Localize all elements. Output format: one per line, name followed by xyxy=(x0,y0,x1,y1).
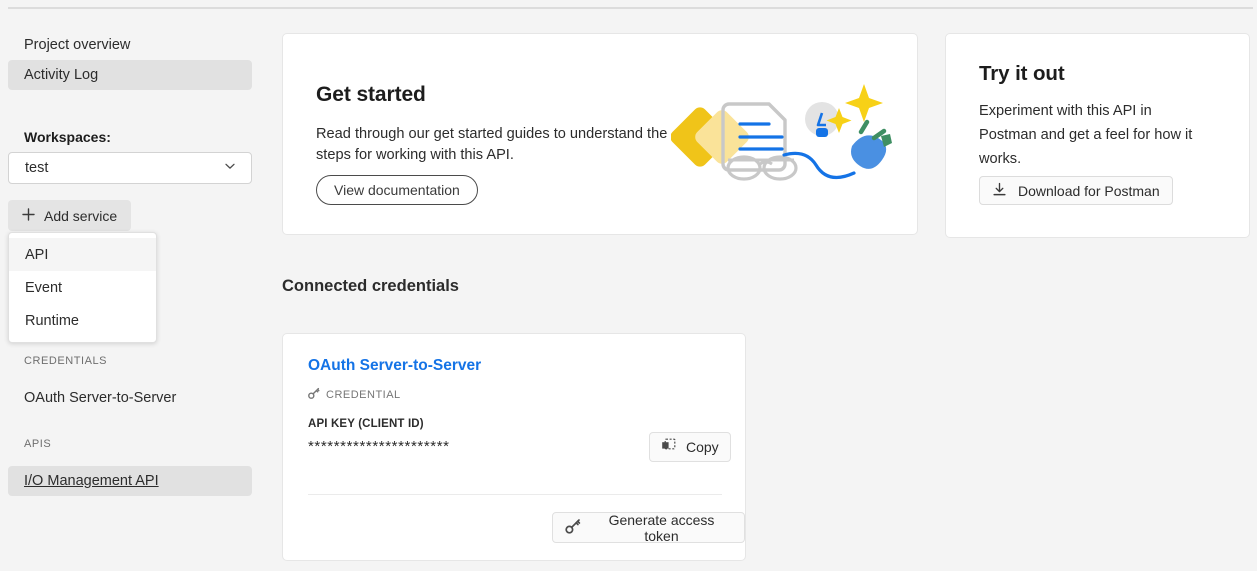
credential-title-link[interactable]: OAuth Server-to-Server xyxy=(308,357,481,375)
credential-divider xyxy=(308,494,722,495)
try-it-out-title: Try it out xyxy=(979,62,1065,85)
download-icon xyxy=(992,182,1007,200)
generate-access-token-label: Generate access token xyxy=(608,511,715,544)
sidebar-item-label: OAuth Server-to-Server xyxy=(24,390,177,406)
dropdown-item-runtime[interactable]: Runtime xyxy=(9,304,156,337)
view-documentation-label: View documentation xyxy=(334,182,460,198)
chevron-down-icon xyxy=(223,159,237,177)
sidebar-item-activity-log[interactable]: Activity Log xyxy=(8,60,252,90)
generate-access-token-button[interactable]: Generate access token xyxy=(552,511,745,544)
workspace-select-value: test xyxy=(25,160,49,176)
dropdown-item-label: Event xyxy=(25,279,63,296)
download-for-postman-button[interactable]: Download for Postman xyxy=(979,176,1173,205)
add-service-label: Add service xyxy=(44,207,118,224)
sidebar-item-project-overview[interactable]: Project overview xyxy=(8,30,252,60)
workspaces-label: Workspaces: xyxy=(24,129,111,145)
credential-type-label: CREDENTIAL xyxy=(326,388,401,401)
copy-button[interactable]: Copy xyxy=(649,432,731,462)
view-documentation-button[interactable]: View documentation xyxy=(316,175,478,205)
workspace-select[interactable]: test xyxy=(8,152,252,184)
dropdown-item-label: Runtime xyxy=(25,312,79,329)
sidebar-item-label: Project overview xyxy=(24,37,131,53)
key-icon xyxy=(308,387,320,402)
sidebar-section-credentials: CREDENTIALS xyxy=(24,355,108,367)
sidebar-section-apis: APIS xyxy=(24,438,52,450)
sidebar-item-io-management-api[interactable]: I/O Management API xyxy=(8,466,252,496)
api-key-label: API KEY (CLIENT ID) xyxy=(308,418,424,430)
download-for-postman-label: Download for Postman xyxy=(1018,182,1160,199)
get-started-title: Get started xyxy=(316,83,426,106)
try-it-out-card: Try it out Experiment with this API in P… xyxy=(945,33,1250,238)
credential-type: CREDENTIAL xyxy=(308,387,401,402)
api-key-value: ********************** xyxy=(308,438,450,455)
try-it-out-body: Experiment with this API in Postman and … xyxy=(979,103,1193,167)
copy-button-label: Copy xyxy=(686,439,719,455)
sidebar-item-oauth-server-to-server[interactable]: OAuth Server-to-Server xyxy=(8,383,252,413)
add-service-dropdown-menu[interactable]: API Event Runtime xyxy=(8,232,157,343)
key-icon xyxy=(565,518,581,537)
sidebar-item-label: I/O Management API xyxy=(24,473,159,489)
sidebar-item-label: Activity Log xyxy=(24,67,99,83)
credential-card: OAuth Server-to-Server CREDENTIAL API KE… xyxy=(282,333,746,561)
main-content: Get started Read through our get started… xyxy=(282,0,1257,571)
add-service-button[interactable]: Add service xyxy=(8,200,132,231)
get-started-body: Read through our get started guides to u… xyxy=(316,126,668,163)
plus-icon xyxy=(22,207,35,224)
dropdown-item-event[interactable]: Event xyxy=(9,271,156,304)
dropdown-item-label: API xyxy=(25,246,49,263)
dropdown-item-api[interactable]: API xyxy=(9,238,156,271)
get-started-card: Get started Read through our get started… xyxy=(282,33,918,235)
get-started-illustration xyxy=(670,76,901,201)
connected-credentials-heading: Connected credentials xyxy=(282,277,459,295)
copy-icon xyxy=(661,438,676,456)
